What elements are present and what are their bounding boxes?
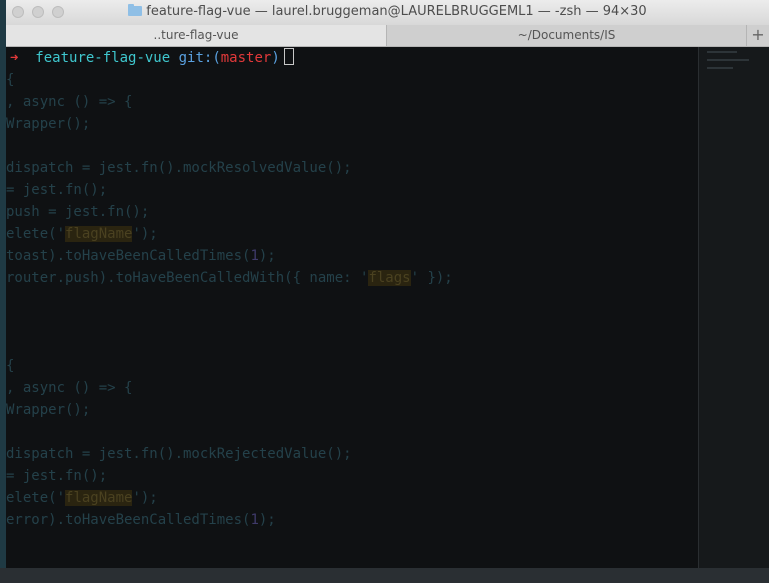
code-fragment: Wrapper(); (6, 116, 91, 132)
code-fragment: 1 (250, 248, 259, 264)
code-fragment: ); (258, 248, 276, 264)
prompt-directory: feature-flag-vue (35, 50, 171, 66)
background-code-line: { (6, 355, 14, 377)
folder-icon (128, 4, 143, 16)
code-fragment: { (6, 72, 15, 88)
minimap-line (707, 51, 737, 53)
prompt-arrow-icon: ➜ (10, 50, 19, 66)
background-code-line: Wrapper(); (6, 399, 90, 421)
background-side-pane (698, 47, 769, 568)
background-code-line: elete('flagName'); (6, 487, 158, 509)
prompt-open-paren: ( (212, 50, 221, 66)
background-code-line: = jest.fn(); (6, 465, 107, 487)
tab-documents-is[interactable]: ~/Documents/IS (387, 25, 747, 46)
background-code-line: { (6, 69, 14, 91)
tab-feature-flag-vue[interactable]: ..ture-flag-vue (6, 25, 387, 46)
text-cursor (283, 48, 294, 65)
minimap-line (707, 67, 733, 69)
background-desktop-strip (0, 568, 769, 583)
prompt-line: ➜ feature-flag-vue git:(master) (10, 47, 294, 69)
background-code-line: router.push).toHaveBeenCalledWith({ name… (6, 267, 453, 289)
background-code-line: = jest.fn(); (6, 179, 107, 201)
prompt-git-label: git: (178, 50, 213, 66)
prompt-close-paren: ) (271, 50, 280, 66)
terminal-window: feature-flag-vue — laurel.bruggeman@LAUR… (6, 0, 769, 568)
code-fragment: ); (258, 512, 276, 528)
new-tab-button[interactable]: + (747, 25, 769, 46)
code-fragment: router.push).toHaveBeenCalledWith({ name… (6, 270, 369, 286)
tab-bar: ..ture-flag-vue ~/Documents/IS + (6, 25, 769, 47)
background-code-line: elete('flagName'); (6, 223, 158, 245)
code-fragment: error).toHaveBeenCalledTimes( (6, 512, 251, 528)
code-fragment: = jest.fn(); (6, 468, 108, 484)
background-code-line: dispatch = jest.fn().mockResolvedValue()… (6, 157, 352, 179)
code-fragment: Wrapper(); (6, 402, 91, 418)
background-code-line: dispatch = jest.fn().mockRejectedValue()… (6, 443, 352, 465)
code-fragment: = jest.fn(); (6, 182, 108, 198)
window-title-wrap: feature-flag-vue — laurel.bruggeman@LAUR… (6, 4, 769, 19)
background-code-line: , async () => { (6, 91, 132, 113)
window-title: feature-flag-vue — laurel.bruggeman@LAUR… (146, 4, 647, 19)
code-fragment: push = jest.fn(); (6, 204, 150, 220)
background-code-line: Wrapper(); (6, 113, 90, 135)
code-fragment: , async () => { (6, 380, 133, 396)
code-fragment: elete(' (6, 226, 66, 242)
minimap-line (707, 59, 749, 61)
code-fragment: flagName (65, 490, 133, 506)
code-fragment: , async () => { (6, 94, 133, 110)
code-fragment: 1 (250, 512, 259, 528)
code-fragment: flags (368, 270, 411, 286)
code-fragment: { (6, 358, 15, 374)
code-fragment: '); (132, 490, 158, 506)
code-fragment: dispatch = jest.fn().mockResolvedValue()… (6, 160, 352, 176)
background-code-line: push = jest.fn(); (6, 201, 149, 223)
background-code-line: , async () => { (6, 377, 132, 399)
code-fragment: dispatch = jest.fn().mockRejectedValue()… (6, 446, 352, 462)
code-fragment: elete(' (6, 490, 66, 506)
code-fragment: ' }); (410, 270, 453, 286)
background-code-line: error).toHaveBeenCalledTimes(1); (6, 509, 276, 531)
code-fragment: toast).toHaveBeenCalledTimes( (6, 248, 251, 264)
background-code-line: toast).toHaveBeenCalledTimes(1); (6, 245, 276, 267)
prompt-branch: master (220, 50, 272, 66)
terminal-output[interactable]: ➜ feature-flag-vue git:(master) { , async… (6, 47, 698, 568)
title-bar[interactable]: feature-flag-vue — laurel.bruggeman@LAUR… (6, 0, 769, 26)
code-fragment: '); (132, 226, 158, 242)
code-fragment: flagName (65, 226, 133, 242)
